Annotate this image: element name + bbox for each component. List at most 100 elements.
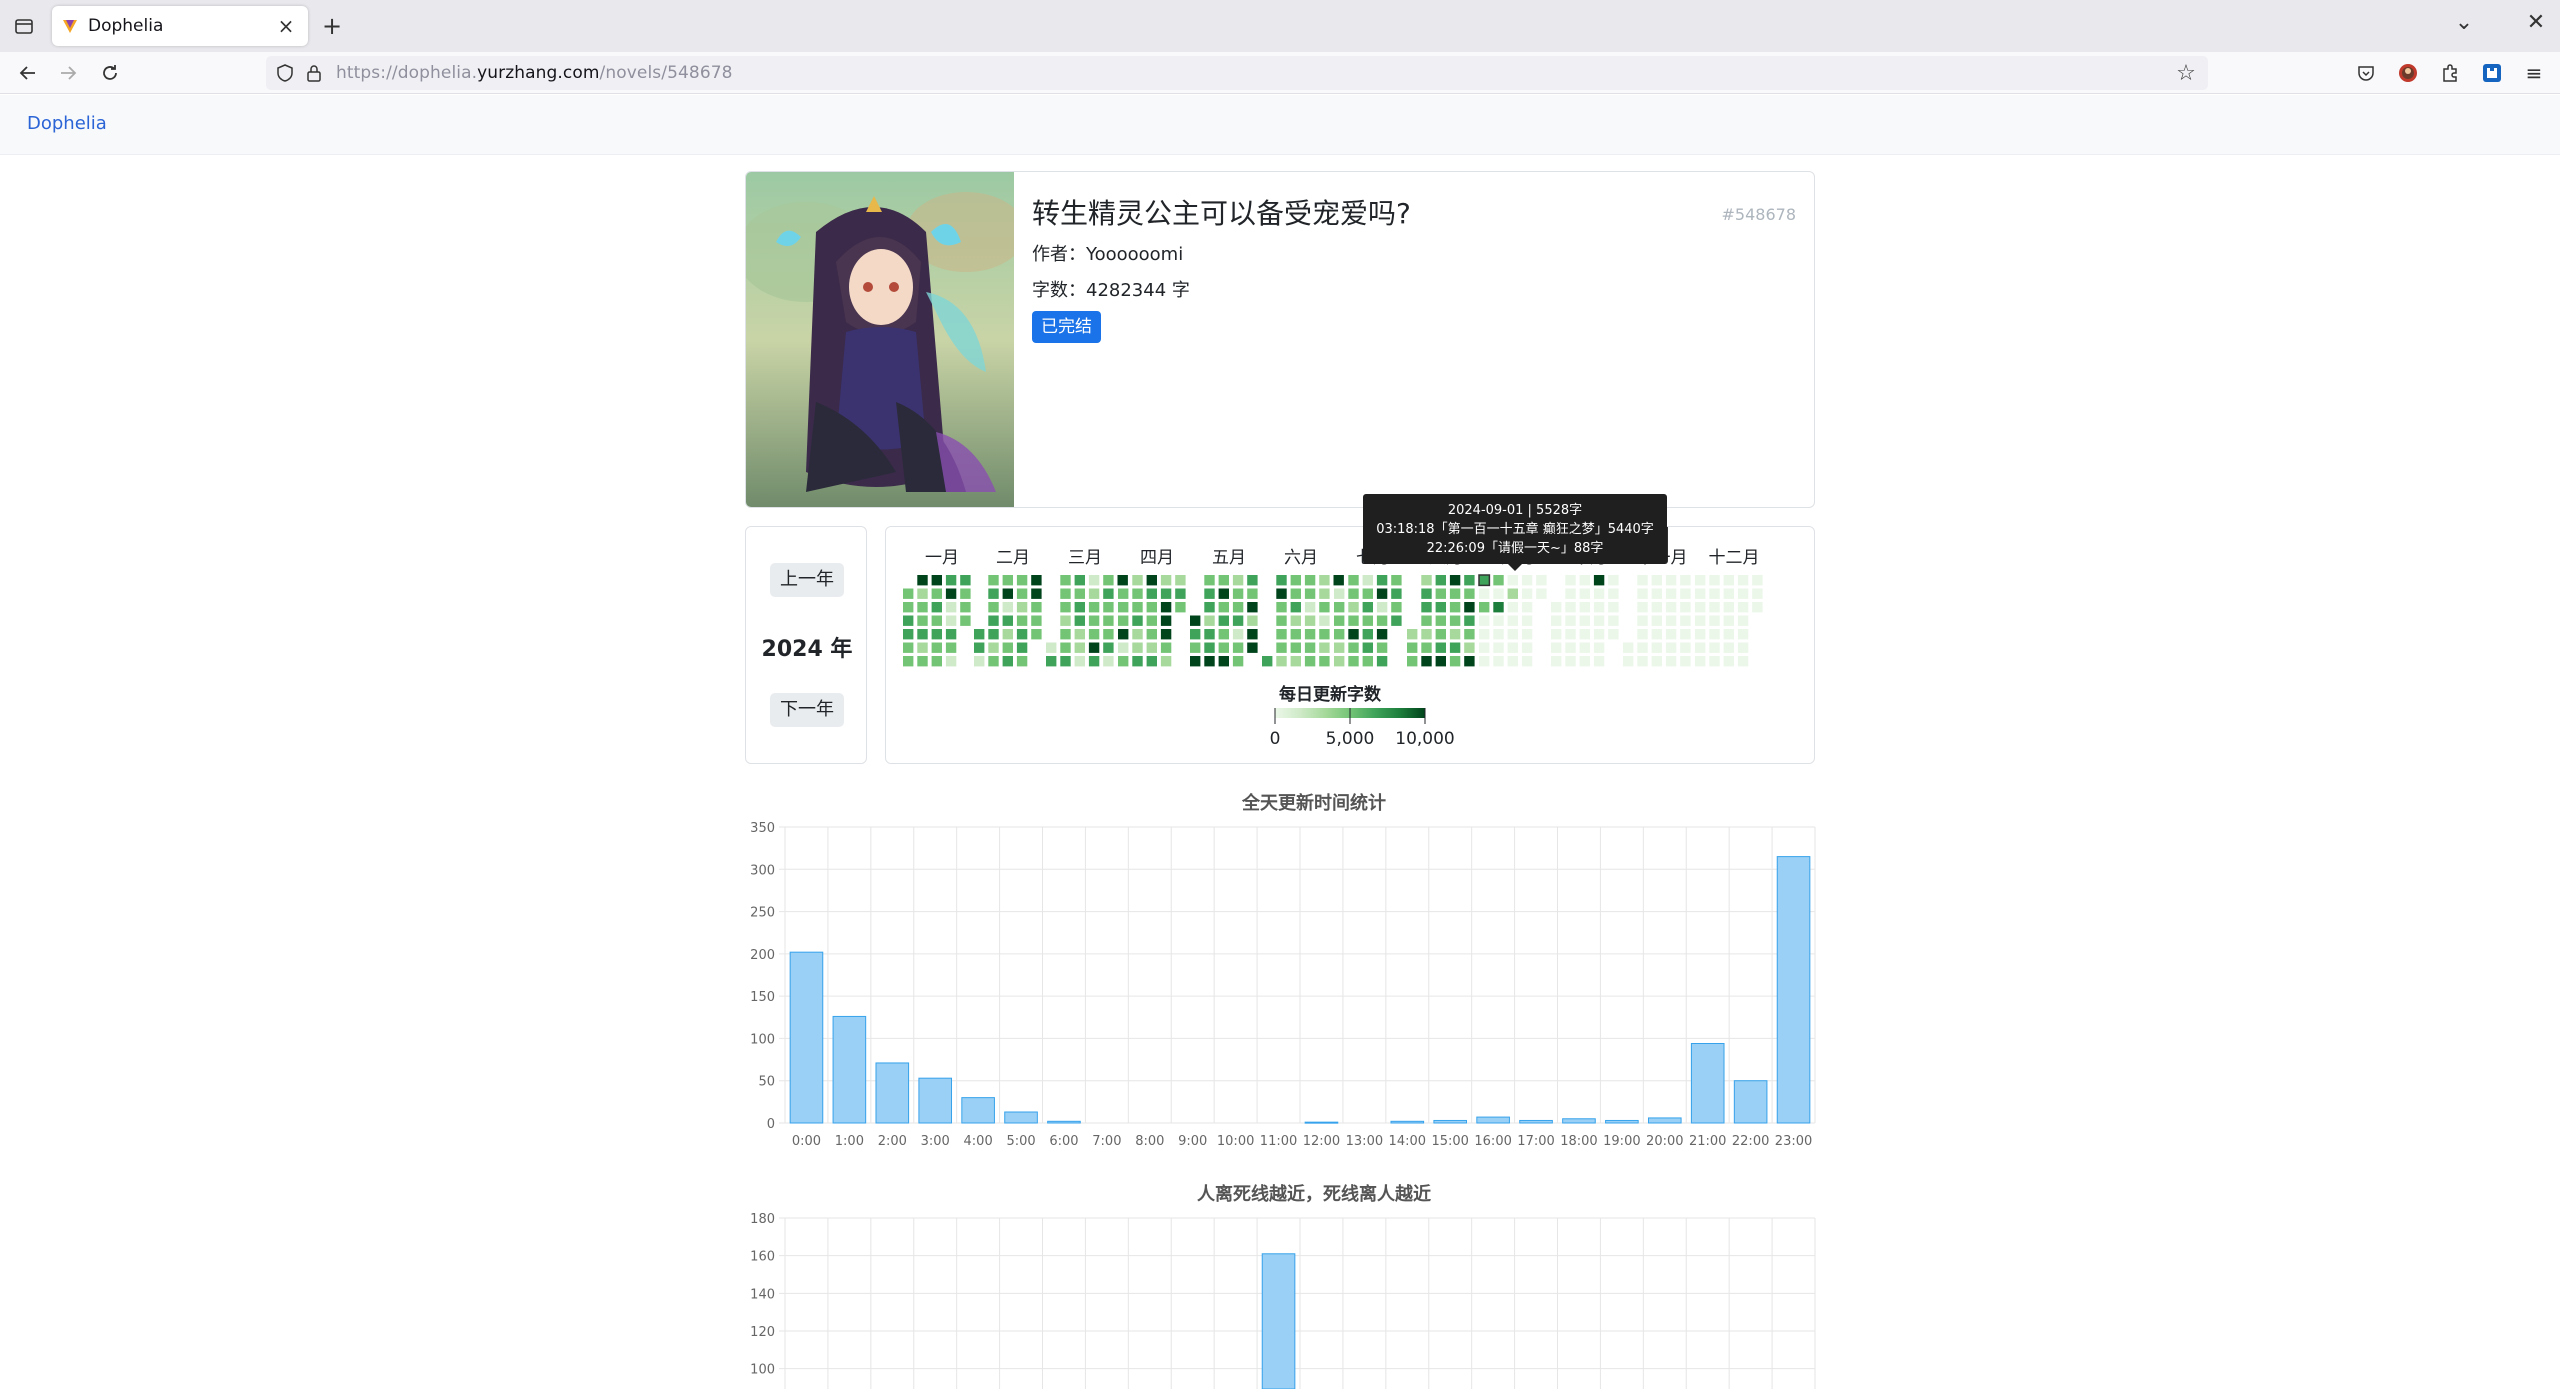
heatmap-day-cell[interactable] <box>1276 588 1287 599</box>
heatmap-day-cell[interactable] <box>917 575 928 586</box>
extension-blue-icon[interactable] <box>2476 57 2508 89</box>
heatmap-day-cell[interactable] <box>1002 656 1013 667</box>
heatmap-day-cell[interactable] <box>931 629 942 640</box>
heatmap-day-cell[interactable] <box>1276 642 1287 653</box>
heatmap-day-cell[interactable] <box>1002 602 1013 613</box>
heatmap-day-cell[interactable] <box>1464 656 1475 667</box>
heatmap-day-cell[interactable] <box>1565 588 1576 599</box>
heatmap-day-cell[interactable] <box>1276 602 1287 613</box>
heatmap-day-cell[interactable] <box>917 656 928 667</box>
heatmap-day-cell[interactable] <box>1579 575 1590 586</box>
heatmap-day-cell[interactable] <box>1348 642 1359 653</box>
heatmap-day-cell[interactable] <box>1637 656 1648 667</box>
heatmap-day-cell[interactable] <box>917 642 928 653</box>
heatmap-day-cell[interactable] <box>1348 629 1359 640</box>
heatmap-day-cell[interactable] <box>1665 642 1677 653</box>
heatmap-day-cell[interactable] <box>931 588 942 599</box>
heatmap-day-cell[interactable] <box>1362 656 1373 667</box>
heatmap-day-cell[interactable] <box>1204 615 1215 626</box>
heatmap-day-cell[interactable] <box>1319 588 1330 599</box>
heatmap-day-cell[interactable] <box>1276 615 1287 626</box>
heatmap-day-cell[interactable] <box>1060 602 1071 613</box>
heatmap-day-cell[interactable] <box>1737 602 1749 613</box>
heatmap-day-cell[interactable] <box>1290 629 1301 640</box>
account-avatar-icon[interactable] <box>2392 57 2424 89</box>
chart-bar[interactable] <box>875 1062 910 1124</box>
site-brand-link[interactable]: Dophelia <box>27 113 107 134</box>
heatmap-day-cell[interactable] <box>960 575 971 586</box>
heatmap-day-cell[interactable] <box>1507 588 1518 599</box>
heatmap-day-cell[interactable] <box>1507 615 1518 626</box>
heatmap-day-cell[interactable] <box>1334 588 1345 599</box>
heatmap-day-cell[interactable] <box>1479 575 1490 586</box>
heatmap-day-cell[interactable] <box>1507 602 1518 613</box>
next-year-button[interactable]: 下一年 <box>770 693 844 727</box>
heatmap-day-cell[interactable] <box>1362 615 1373 626</box>
heatmap-day-cell[interactable] <box>974 656 985 667</box>
heatmap-day-cell[interactable] <box>1348 656 1359 667</box>
heatmap-day-cell[interactable] <box>1695 642 1706 653</box>
heatmap-day-cell[interactable] <box>1002 642 1013 653</box>
heatmap-day-cell[interactable] <box>1421 656 1432 667</box>
heatmap-day-cell[interactable] <box>1247 588 1258 599</box>
prev-year-button[interactable]: 上一年 <box>770 563 844 597</box>
heatmap-day-cell[interactable] <box>1637 642 1648 653</box>
heatmap-day-cell[interactable] <box>1623 656 1634 667</box>
heatmap-day-cell[interactable] <box>960 615 971 626</box>
heatmap-day-cell[interactable] <box>1421 575 1432 586</box>
heatmap-day-cell[interactable] <box>1304 615 1316 626</box>
heatmap-day-cell[interactable] <box>1160 642 1172 653</box>
heatmap-day-cell[interactable] <box>1103 588 1114 599</box>
heatmap-day-cell[interactable] <box>1637 615 1648 626</box>
heatmap-day-cell[interactable] <box>1665 615 1677 626</box>
heatmap-day-cell[interactable] <box>903 615 914 626</box>
heatmap-day-cell[interactable] <box>1304 629 1316 640</box>
heatmap-day-cell[interactable] <box>1608 629 1619 640</box>
heatmap-day-cell[interactable] <box>1435 575 1446 586</box>
heatmap-day-cell[interactable] <box>1479 629 1490 640</box>
heatmap-day-cell[interactable] <box>1319 642 1330 653</box>
heatmap-day-cell[interactable] <box>1665 629 1677 640</box>
heatmap-day-cell[interactable] <box>917 588 928 599</box>
heatmap-day-cell[interactable] <box>1118 642 1129 653</box>
chart-bar[interactable] <box>1733 1080 1768 1124</box>
heatmap-day-cell[interactable] <box>1103 656 1114 667</box>
heatmap-day-cell[interactable] <box>1752 575 1763 586</box>
heatmap-day-cell[interactable] <box>945 602 957 613</box>
close-window-icon[interactable]: ✕ <box>2522 10 2550 35</box>
heatmap-day-cell[interactable] <box>1665 575 1677 586</box>
heatmap-day-cell[interactable] <box>1507 656 1518 667</box>
heatmap-day-cell[interactable] <box>1060 642 1071 653</box>
heatmap-day-cell[interactable] <box>1737 588 1749 599</box>
chart-bar[interactable] <box>1261 1253 1296 1389</box>
heatmap-day-cell[interactable] <box>1218 642 1229 653</box>
heatmap-day-cell[interactable] <box>1103 615 1114 626</box>
heatmap-day-cell[interactable] <box>1146 588 1157 599</box>
heatmap-day-cell[interactable] <box>1132 575 1143 586</box>
heatmap-day-cell[interactable] <box>1695 575 1706 586</box>
heatmap-day-cell[interactable] <box>1551 656 1562 667</box>
heatmap-day-cell[interactable] <box>1118 615 1129 626</box>
heatmap-day-cell[interactable] <box>1651 588 1662 599</box>
heatmap-day-cell[interactable] <box>1232 629 1244 640</box>
chart-bar[interactable] <box>1304 1121 1339 1124</box>
heatmap-day-cell[interactable] <box>1521 615 1533 626</box>
heatmap-day-cell[interactable] <box>945 656 957 667</box>
heatmap-day-cell[interactable] <box>1190 642 1201 653</box>
heatmap-day-cell[interactable] <box>1709 615 1720 626</box>
heatmap-day-cell[interactable] <box>1449 588 1461 599</box>
heatmap-day-cell[interactable] <box>1088 575 1100 586</box>
heatmap-day-cell[interactable] <box>1132 656 1143 667</box>
heatmap-day-cell[interactable] <box>1016 602 1028 613</box>
heatmap-day-cell[interactable] <box>1479 615 1490 626</box>
heatmap-day-cell[interactable] <box>1290 656 1301 667</box>
heatmap-day-cell[interactable] <box>1160 588 1172 599</box>
heatmap-day-cell[interactable] <box>1680 642 1691 653</box>
heatmap-day-cell[interactable] <box>1160 629 1172 640</box>
heatmap-day-cell[interactable] <box>945 588 957 599</box>
heatmap-day-cell[interactable] <box>1695 602 1706 613</box>
chart-bar[interactable] <box>1047 1120 1081 1124</box>
heatmap-day-cell[interactable] <box>1435 602 1446 613</box>
heatmap-day-cell[interactable] <box>1204 575 1215 586</box>
heatmap-day-cell[interactable] <box>1218 656 1229 667</box>
